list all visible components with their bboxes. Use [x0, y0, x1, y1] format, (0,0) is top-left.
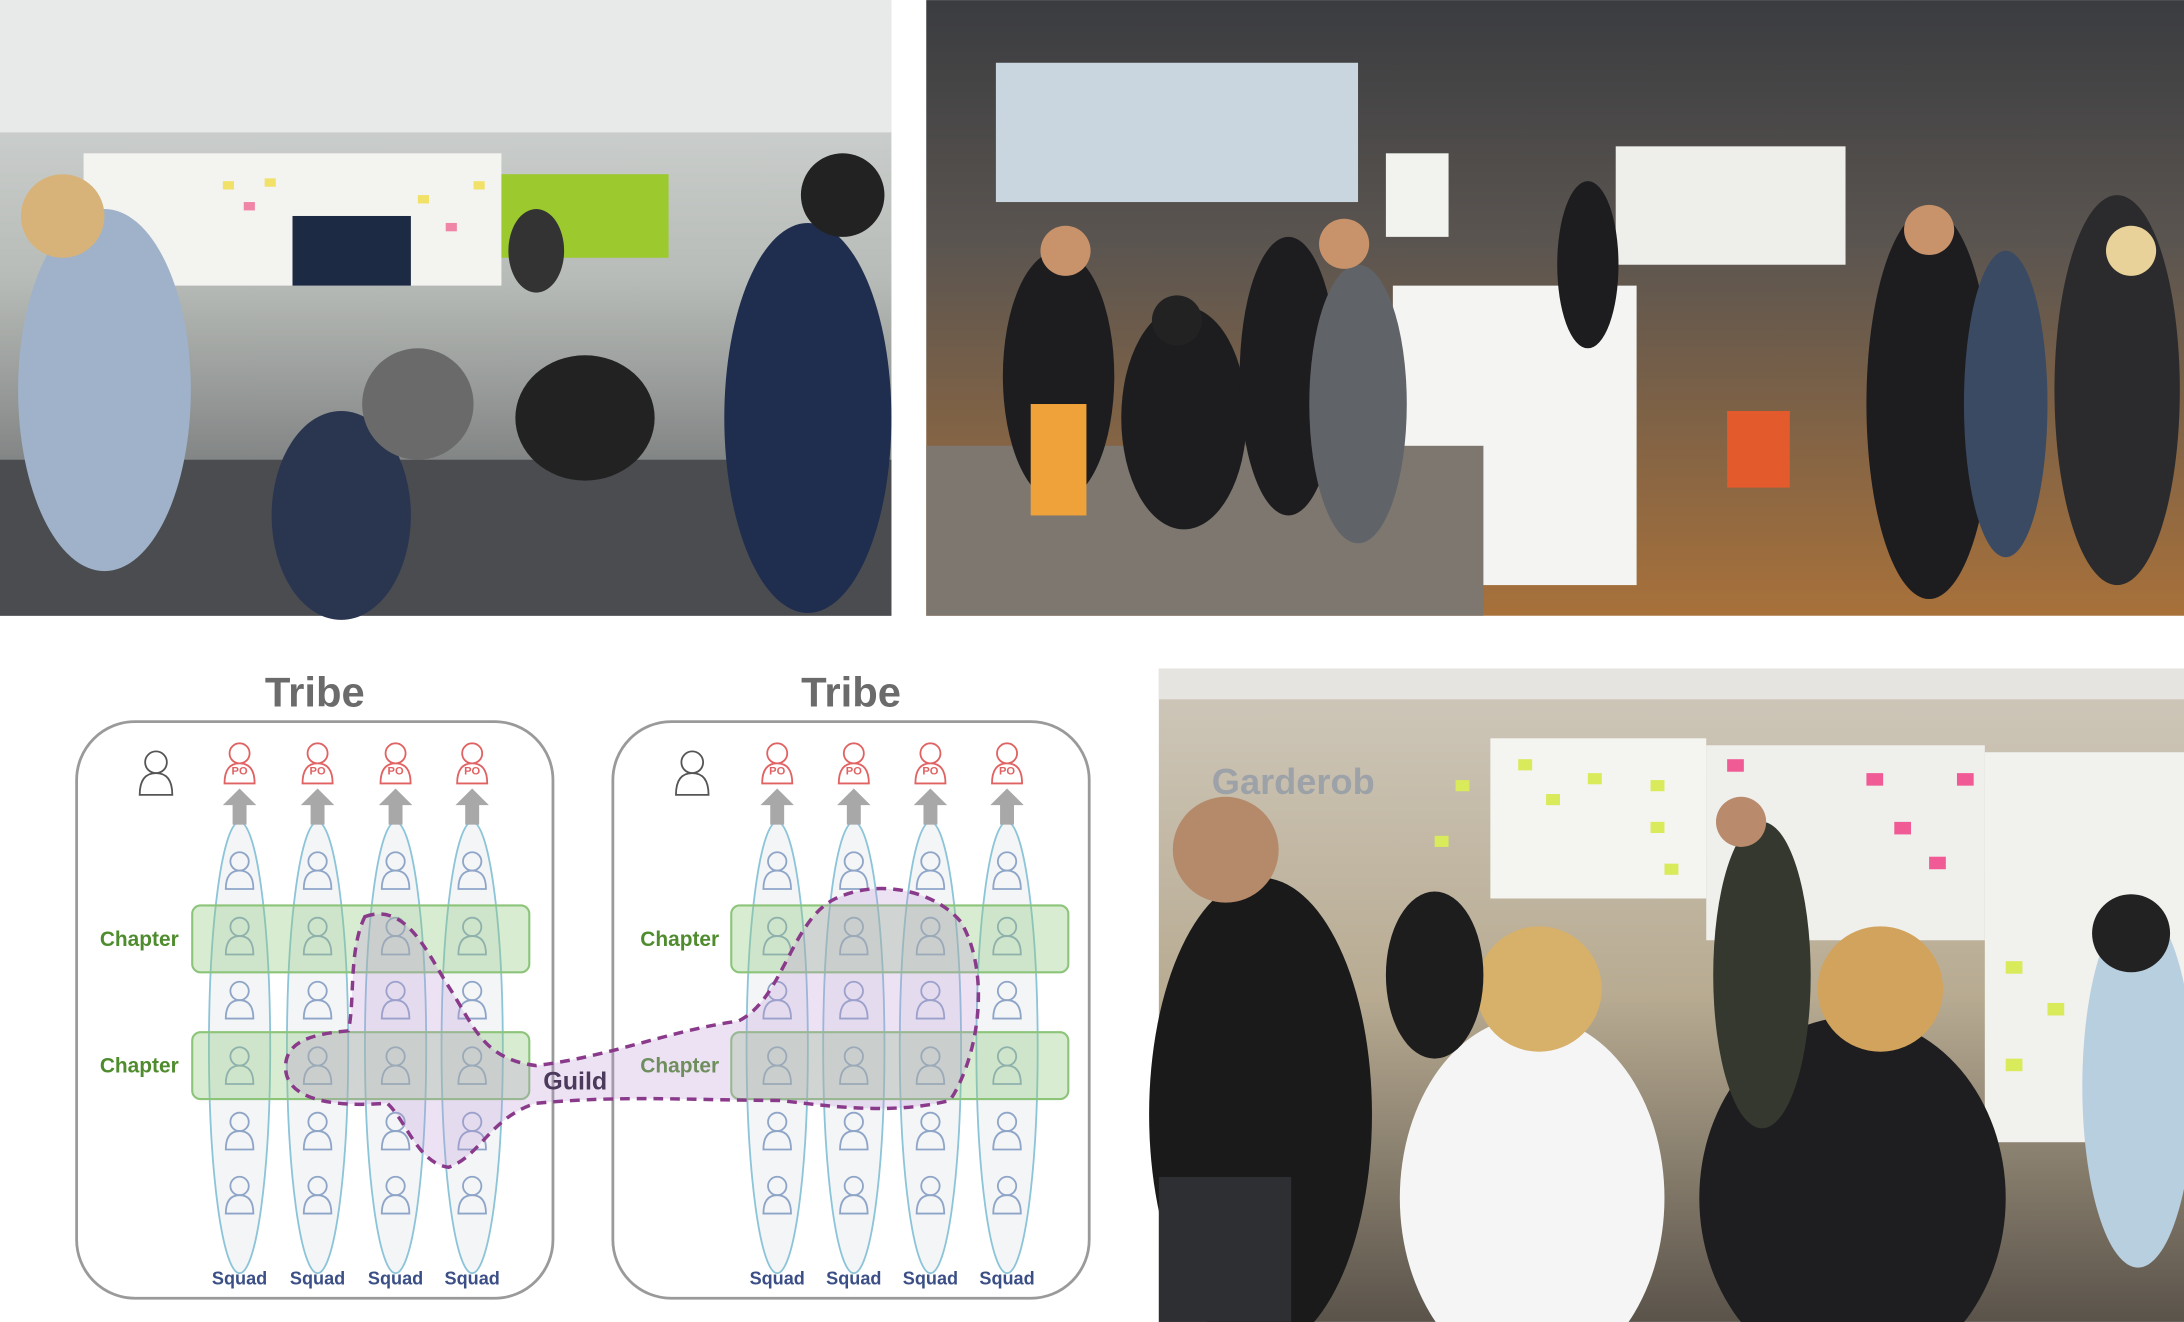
- workshop-crowd-photo: [926, 0, 2184, 616]
- po-label: PO: [232, 766, 248, 778]
- chapter-label: Chapter: [640, 928, 719, 951]
- tribe-squad-chapter-guild-diagram: Tribe PO Squad PO Squad PO Squad PO Squad Chapter…: [55, 661, 1115, 1322]
- squad-label: Squad: [979, 1268, 1034, 1288]
- po-label: PO: [846, 766, 862, 778]
- chapter-label: Chapter: [100, 928, 179, 951]
- tribe-title: Tribe: [801, 668, 901, 715]
- squad-label: Squad: [903, 1268, 958, 1288]
- monitor: [292, 215, 411, 286]
- squad-label: Squad: [445, 1268, 500, 1288]
- po-label: PO: [388, 766, 404, 778]
- squad-label: Squad: [212, 1268, 267, 1288]
- collage: Garderob Tribe PO Squad PO Squad PO Squad PO Squ…: [0, 0, 2184, 1322]
- guild-label: Guild: [543, 1067, 607, 1095]
- sticky-note-wall-photo: Garderob: [1149, 668, 2184, 1322]
- squad-label: Squad: [368, 1268, 423, 1288]
- po-label: PO: [310, 766, 326, 778]
- po-label: PO: [999, 766, 1015, 778]
- po-label: PO: [464, 766, 480, 778]
- po-label: PO: [769, 766, 785, 778]
- squad-label: Squad: [290, 1268, 345, 1288]
- office-meeting-photo: [0, 0, 892, 620]
- garderob-sign: Garderob: [1212, 761, 1375, 802]
- whiteboard: [1615, 146, 1846, 265]
- po-label: PO: [922, 766, 938, 778]
- squad-label: Squad: [750, 1268, 805, 1288]
- chapter-label: Chapter: [100, 1055, 179, 1078]
- squad-label: Squad: [826, 1268, 881, 1288]
- tribe-title: Tribe: [265, 668, 365, 715]
